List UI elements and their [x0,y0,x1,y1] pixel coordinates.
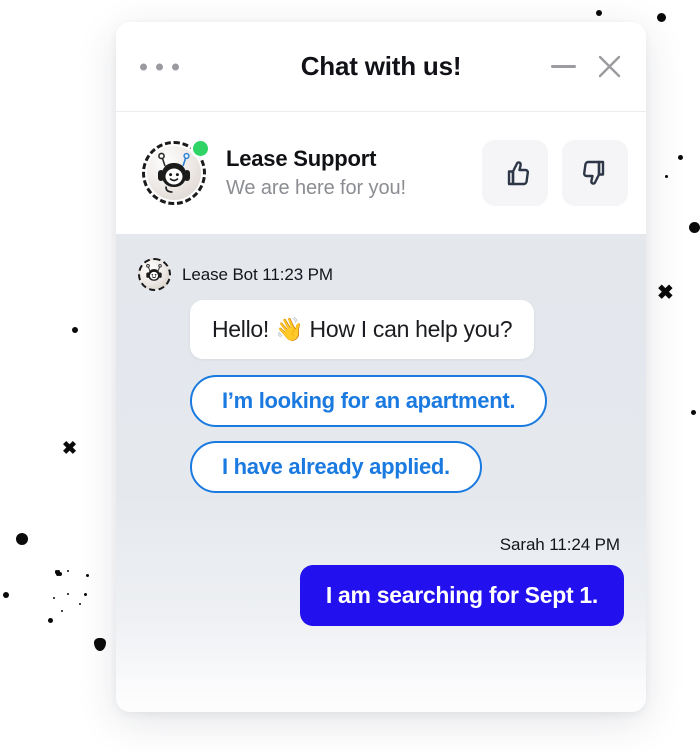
deco-dot [67,570,69,572]
minimize-icon[interactable] [548,52,578,82]
deco-dot [691,410,696,415]
deco-dot [61,610,63,612]
agent-tagline: We are here for you! [226,177,406,199]
deco-shield [94,638,106,651]
screen: ✖ ✖ Chat with us! Lease Support We are h… [0,0,700,751]
thumbs-up-icon[interactable] [482,140,548,206]
message-sender-time: Lease Bot 11:23 PM [182,264,333,284]
deco-cross: ✖ [62,438,78,458]
deco-dot [596,10,602,16]
deco-dot [53,597,55,599]
dot [140,63,147,70]
deco-dot [67,593,69,595]
bot-message-bubble: Hello! 👋 How I can help you? [190,300,535,359]
deco-dot [689,222,700,233]
window-controls [548,52,624,82]
bot-avatar-small [138,258,171,291]
user-message-bubble: I am searching for Sept 1. [299,565,624,626]
chat-widget-panel: Chat with us! Lease Support We are here … [116,22,646,712]
deco-dot [84,593,87,596]
agent-meta: Lease Support We are here for you! [226,146,482,200]
three-dots-icon[interactable] [140,63,179,70]
message-sender-time: Sarah 11:24 PM [499,535,620,554]
deco-dot [657,13,666,22]
online-status-dot [193,141,208,156]
message-meta: Lease Bot 11:23 PM [138,258,624,291]
deco-dot [16,533,28,545]
close-icon[interactable] [594,52,624,82]
deco-dot [678,155,683,160]
deco-dot [48,618,53,623]
bot-message-group: Lease Bot 11:23 PM Hello! 👋 How I can he… [138,258,624,493]
deco-dot [79,603,81,605]
chat-message-list[interactable]: Lease Bot 11:23 PM Hello! 👋 How I can he… [116,234,646,712]
quick-reply-list: I’m looking for an apartment. I have alr… [190,375,624,493]
quick-reply-applied[interactable]: I have already applied. [190,441,482,493]
rating-buttons [482,140,628,206]
deco-dot [665,175,668,178]
deco-dot [57,570,60,573]
chat-titlebar: Chat with us! [116,22,646,112]
deco-dot [86,574,89,577]
minimize-bar [550,65,576,68]
dot [172,63,179,70]
deco-dot [3,592,9,598]
agent-header: Lease Support We are here for you! [116,112,646,234]
dot [156,63,163,70]
deco-cross: ✖ [657,282,674,304]
thumbs-down-icon[interactable] [562,140,628,206]
robot-avatar [142,141,208,205]
deco-dot [72,327,78,333]
quick-reply-apartment[interactable]: I’m looking for an apartment. [190,375,548,427]
agent-name: Lease Support [226,146,377,171]
user-message-group: Sarah 11:24 PM I am searching for Sept 1… [138,535,624,626]
